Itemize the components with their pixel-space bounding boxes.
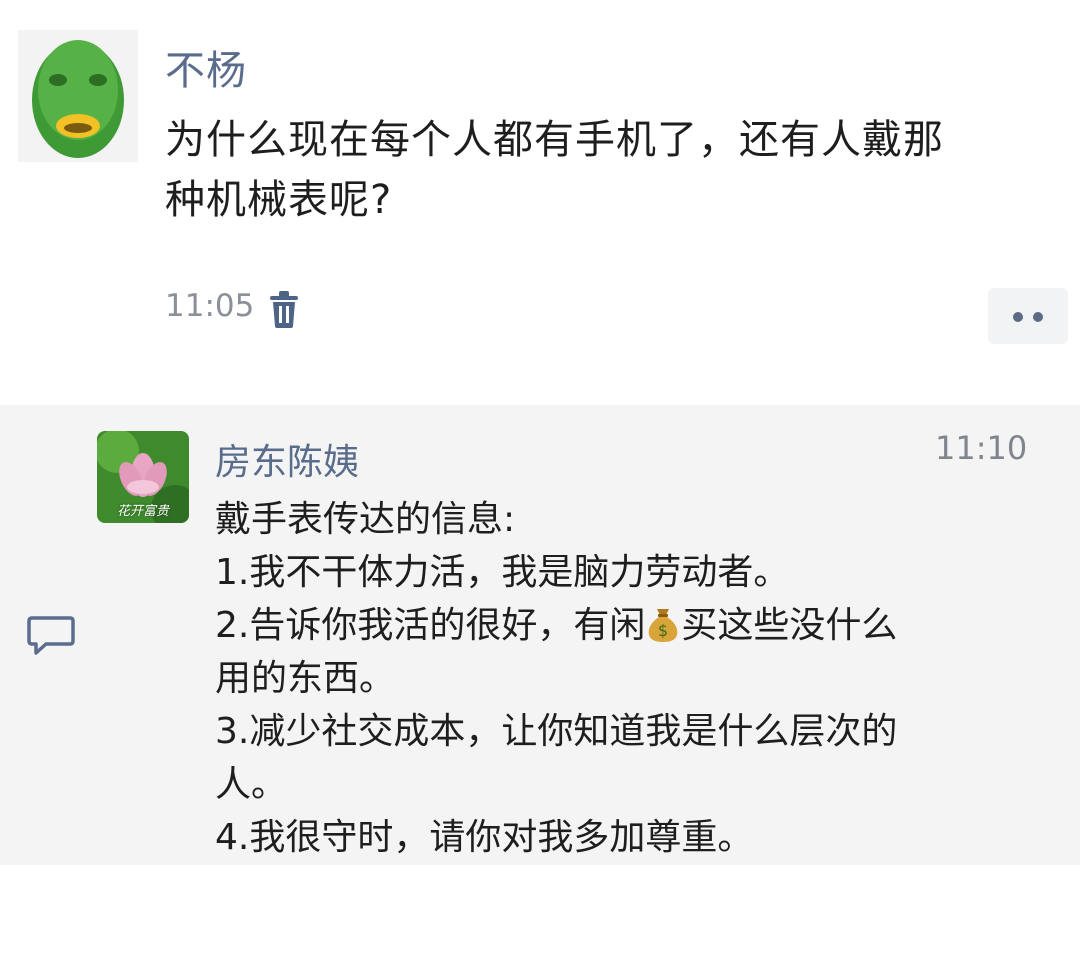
post-text-line: 为什么现在每个人都有手机了，还有人戴那 [165, 117, 944, 163]
comment-time: 11:10 [935, 429, 1028, 467]
avatar-caption: 花开富贵 [116, 504, 169, 519]
post-text-line: 种机械表呢? [165, 177, 393, 223]
comment-bubble-icon[interactable] [26, 613, 76, 659]
svg-text:$: $ [658, 621, 668, 640]
trash-icon[interactable] [268, 290, 300, 330]
comment-line: 4.我很守时，请你对我多加尊重。 [215, 817, 754, 858]
more-dots-icon[interactable] [988, 288, 1068, 344]
comment-line: 戴手表传达的信息: [215, 499, 516, 540]
comment-line: 用的东西。 [215, 658, 396, 699]
comment-line: 3.减少社交成本，让你知道我是什么层次的 [215, 711, 898, 752]
comment-text: 戴手表传达的信息: 1.我不干体力活，我是脑力劳动者。 2.告诉你我活的很好，有… [215, 493, 1045, 864]
comment-line: 人。 [215, 764, 288, 805]
post-time: 11:05 [165, 288, 255, 324]
money-bag-emoji: $ [645, 603, 681, 643]
comment-line: 2.告诉你我活的很好，有闲 $ 买这些没什么 [215, 599, 1045, 652]
moment-post: 不杨 为什么现在每个人都有手机了，还有人戴那 种机械表呢? 11:05 [0, 0, 1080, 395]
commenter-name[interactable]: 房东陈姨 [215, 433, 359, 485]
comment-line-part: 买这些没什么 [681, 605, 898, 646]
comment-line-part: 2.告诉你我活的很好，有闲 [215, 605, 646, 646]
poster-name[interactable]: 不杨 [165, 38, 247, 96]
poster-avatar[interactable] [18, 30, 138, 162]
post-text: 为什么现在每个人都有手机了，还有人戴那 种机械表呢? [165, 110, 1065, 230]
comment-line: 1.我不干体力活，我是脑力劳动者。 [215, 552, 790, 593]
commenter-avatar[interactable]: 花开富贵 [97, 431, 189, 523]
comment-section: 花开富贵 房东陈姨 11:10 戴手表传达的信息: 1.我不干体力活，我是脑力劳… [0, 405, 1080, 865]
